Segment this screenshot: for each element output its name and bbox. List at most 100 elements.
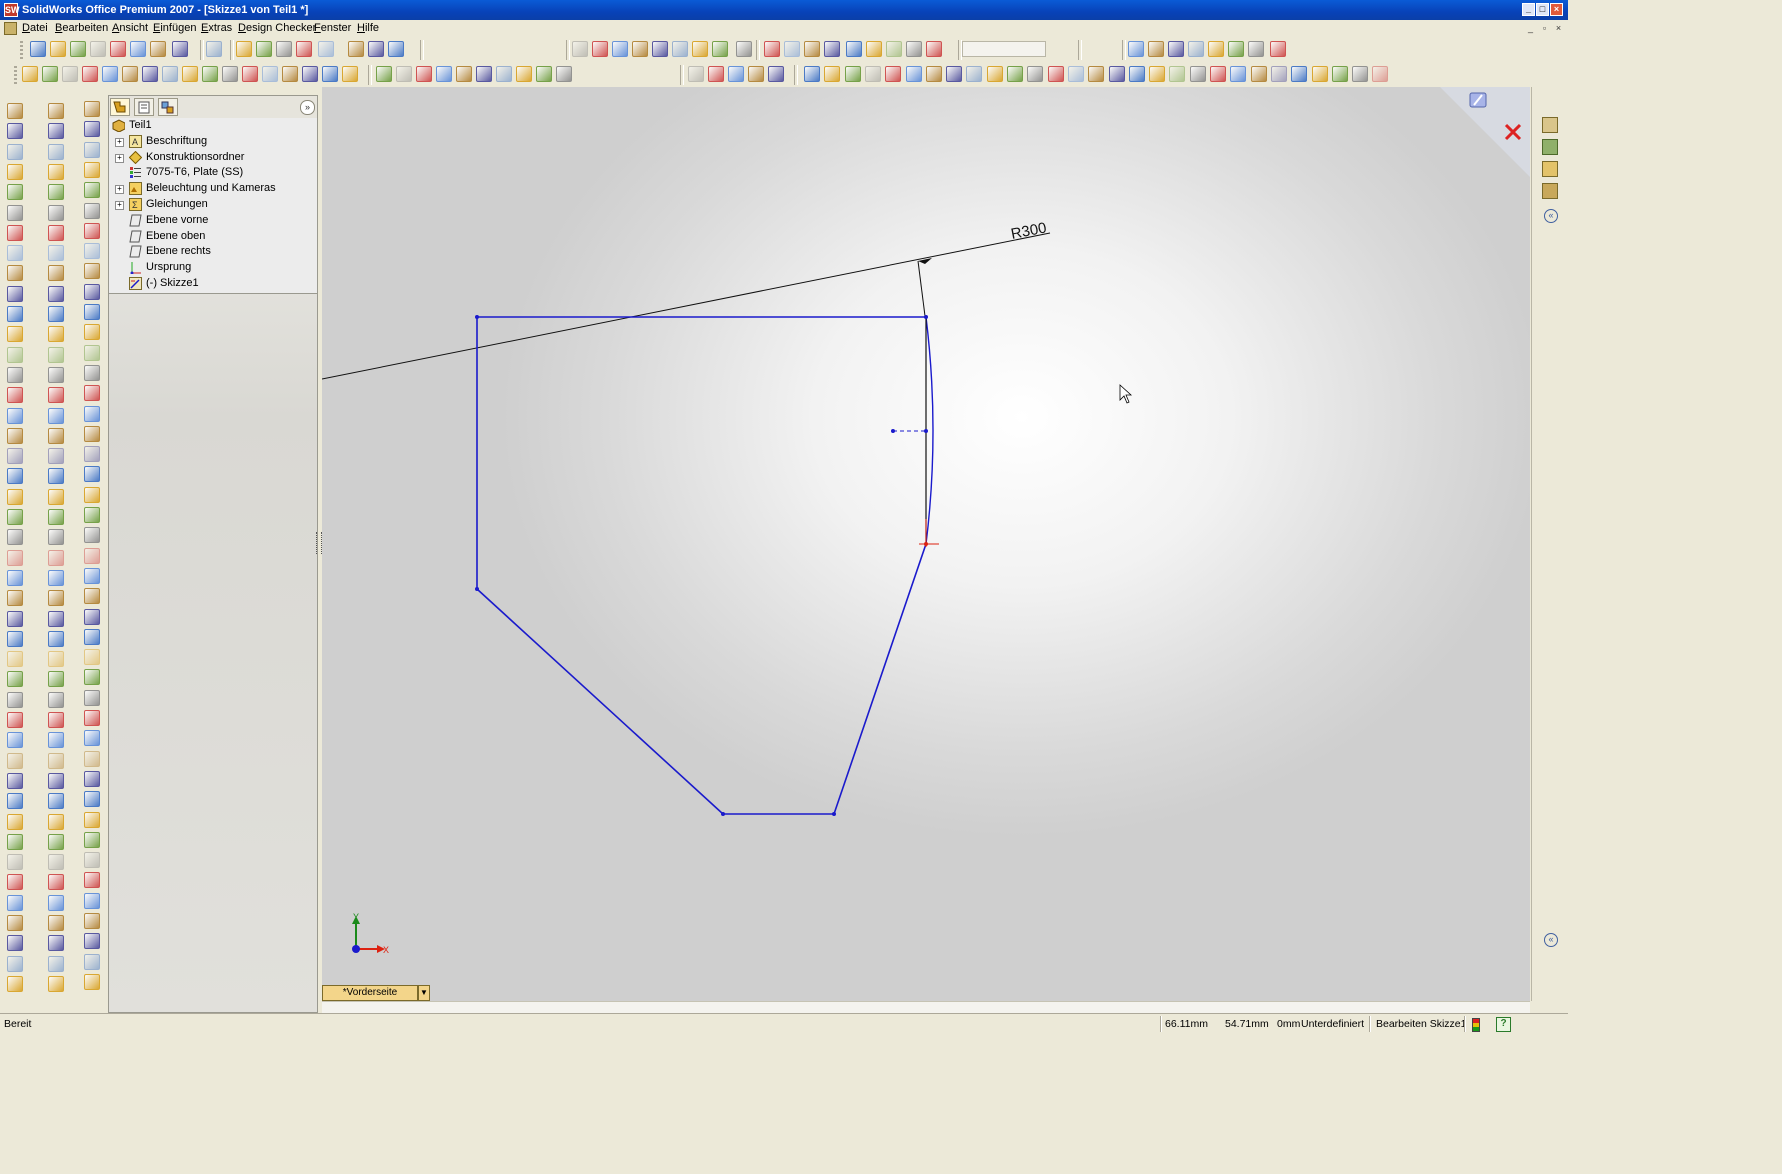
standard-toolbar-button[interactable] (388, 41, 404, 57)
sketch-tool-button[interactable] (48, 772, 64, 789)
relation-tool-button[interactable] (84, 182, 100, 199)
view-toolbar-button[interactable] (572, 41, 588, 57)
expand-panel-icon[interactable]: » (300, 100, 315, 115)
help-icon[interactable]: ? (1496, 1017, 1511, 1032)
relation-tool-button[interactable] (84, 689, 100, 706)
features-tool-button[interactable] (7, 569, 23, 586)
macro-toolbar-button[interactable] (62, 66, 78, 82)
sketch-tool-button[interactable] (48, 285, 64, 302)
relation-tool-button[interactable] (84, 243, 100, 260)
tree-item-konstruktionsordner[interactable]: + Konstruktionsordner (109, 150, 317, 166)
menu-hilfe[interactable]: Hilfe (357, 22, 379, 34)
view-toolbar-button[interactable] (736, 41, 752, 57)
relation-tool-button[interactable] (84, 852, 100, 869)
features-tool-button[interactable] (7, 407, 23, 424)
view-toolbar-button[interactable] (784, 41, 800, 57)
sketch-tool-button[interactable] (48, 224, 64, 241)
sketch-tool-button[interactable] (48, 123, 64, 140)
sketch-tool-button[interactable] (48, 793, 64, 810)
sketch-line-lower-right[interactable] (833, 543, 927, 815)
expand-plus-icon[interactable]: + (115, 153, 124, 163)
relation-tool-button[interactable] (84, 588, 100, 605)
tree-item-ursprung[interactable]: Ursprung (109, 260, 317, 276)
features-tool-button[interactable] (7, 184, 23, 201)
macro-toolbar-button[interactable] (262, 66, 278, 82)
sketch-tool-button[interactable] (48, 894, 64, 911)
features-tool-button[interactable] (7, 752, 23, 769)
standard-toolbar-button[interactable] (30, 41, 46, 57)
tree-item-beleuchtung-und-kameras[interactable]: + Beleuchtung und Kameras (109, 181, 317, 197)
tree-item-skizze1[interactable]: (-) Skizze1 (109, 276, 317, 292)
sketch-relations-button[interactable] (1189, 66, 1206, 82)
features-tool-button[interactable] (7, 671, 23, 688)
standard-toolbar-button[interactable] (50, 41, 66, 57)
expand-plus-icon[interactable]: + (115, 137, 124, 147)
features-tool-button[interactable] (7, 651, 23, 668)
macro-toolbar-button[interactable] (182, 66, 198, 82)
relation-tool-button[interactable] (84, 425, 100, 442)
features-tool-button[interactable] (7, 245, 23, 262)
analysis-toolbar-button[interactable] (396, 66, 412, 82)
macro-toolbar-button[interactable] (122, 66, 138, 82)
view-tab-vorderseite[interactable]: *Vorderseite (322, 985, 418, 1001)
features-tool-button[interactable] (7, 772, 23, 789)
tools-toolbar-button[interactable] (1128, 41, 1144, 57)
analysis-toolbar-button[interactable] (456, 66, 472, 82)
features-tool-button[interactable] (7, 610, 23, 627)
library-icon[interactable] (1542, 139, 1558, 155)
expand-task-pane-icon[interactable]: « (1544, 933, 1558, 947)
features-tool-button[interactable] (7, 854, 23, 871)
features-tool-button[interactable] (7, 935, 23, 952)
sketch-tool-button[interactable] (48, 245, 64, 262)
macro-toolbar-button[interactable] (162, 66, 178, 82)
relation-tool-button[interactable] (84, 486, 100, 503)
view-toolbar-button[interactable] (712, 41, 728, 57)
mdi-minimize-icon[interactable]: _ (1525, 23, 1536, 34)
analysis-toolbar-button[interactable] (476, 66, 492, 82)
minimize-button[interactable]: _ (1522, 3, 1535, 16)
sketch-relations-button[interactable] (966, 66, 983, 82)
sketch-tool-button[interactable] (48, 529, 64, 546)
sketch-line-lower-left[interactable] (476, 588, 724, 815)
sketch-relations-button[interactable] (1108, 66, 1125, 82)
exit-sketch-icon[interactable] (1469, 92, 1487, 108)
standard-toolbar-button[interactable] (70, 41, 86, 57)
relation-tool-button[interactable] (84, 385, 100, 402)
features-tool-button[interactable] (7, 285, 23, 302)
features-tool-button[interactable] (7, 630, 23, 647)
relation-tool-button[interactable] (84, 405, 100, 422)
menu-einfuegen[interactable]: Einfügen (153, 22, 196, 34)
relation-tool-button[interactable] (84, 872, 100, 889)
standard-toolbar-button[interactable] (110, 41, 126, 57)
relation-tool-button[interactable] (84, 527, 100, 544)
layer-toolbar-button[interactable] (728, 66, 744, 82)
toolbar-grip[interactable] (14, 66, 17, 84)
sketch-tool-button[interactable] (48, 955, 64, 972)
sketch-relations-button[interactable] (1331, 66, 1348, 82)
view-toolbar-button[interactable] (764, 41, 780, 57)
sketch-tool-button[interactable] (48, 651, 64, 668)
relation-tool-button[interactable] (84, 750, 100, 767)
sketch-tool-button[interactable] (48, 448, 64, 465)
relation-tool-button[interactable] (84, 222, 100, 239)
sketch-tool-button[interactable] (48, 975, 64, 992)
relation-tool-button[interactable] (84, 628, 100, 645)
sketch-tool-button[interactable] (48, 184, 64, 201)
relation-tool-button[interactable] (84, 892, 100, 909)
feature-tree-tab[interactable] (110, 98, 130, 116)
sketch-tool-button[interactable] (48, 712, 64, 728)
sketch-relations-button[interactable] (1027, 66, 1044, 82)
sketch-relations-button[interactable] (864, 66, 881, 82)
sketch-tool-button[interactable] (48, 935, 64, 952)
standard-toolbar-button[interactable] (296, 41, 312, 57)
sketch-relations-button[interactable] (1088, 66, 1105, 82)
dimension-label-r300[interactable]: R300 (1010, 219, 1048, 243)
menu-ansicht[interactable]: Ansicht (112, 22, 148, 34)
features-tool-button[interactable] (7, 103, 23, 119)
configuration-manager-tab[interactable] (158, 98, 178, 116)
view-toolbar-button[interactable] (592, 41, 608, 57)
sketch-relations-button[interactable] (1352, 66, 1369, 82)
sketch-relations-button[interactable] (1067, 66, 1084, 82)
analysis-toolbar-button[interactable] (556, 66, 572, 82)
sketch-vertex[interactable] (924, 315, 928, 319)
